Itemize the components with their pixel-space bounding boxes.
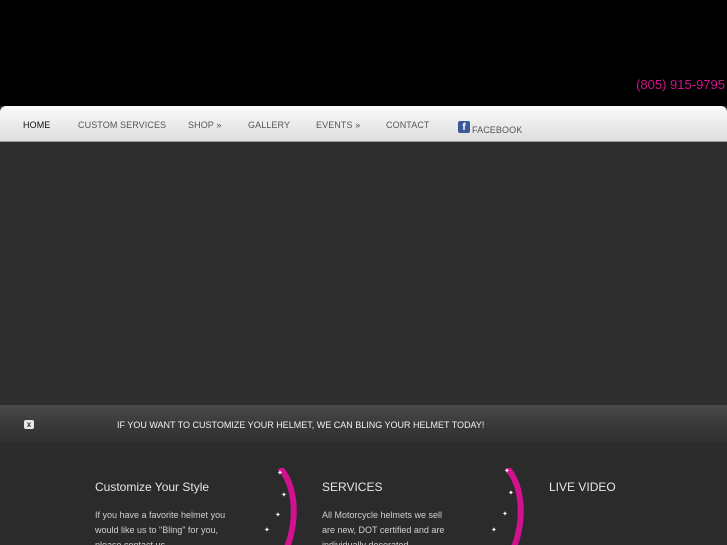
nav-item-gallery[interactable]: GALLERY [248,120,290,130]
nav-item-facebook[interactable]: FACEBOOK [472,125,522,135]
nav-item-home[interactable]: HOME [23,120,50,130]
sparkle-icon: ✦ [281,492,287,499]
column-title-customize: Customize Your Style [95,480,210,494]
close-icon[interactable]: x [24,420,34,429]
column-title-live-video: LIVE VIDEO [549,480,616,494]
sparkle-icon: ✦ [277,470,283,477]
facebook-icon[interactable]: f [458,121,470,133]
nav-item-shop[interactable]: SHOP » [188,120,221,130]
sparkle-icon: ✦ [502,511,508,518]
sparkle-icon: ✦ [508,490,514,497]
banner-text: IF YOU WANT TO CUSTOMIZE YOUR HELMET, WE… [117,420,485,430]
main-nav: HOME CUSTOM SERVICES SHOP » GALLERY EVEN… [0,106,727,142]
header-bar: (805) 915-9795 [0,0,727,106]
hero-slideshow[interactable] [0,142,727,405]
pink-swoosh-divider-1 [277,468,297,545]
phone-number[interactable]: (805) 915-9795 [636,77,725,92]
pink-swoosh-divider-2 [504,468,524,545]
sparkle-icon: ✦ [264,527,270,534]
nav-item-events[interactable]: EVENTS » [316,120,360,130]
sparkle-icon: ✦ [491,527,497,534]
column-title-services: SERVICES [322,480,383,494]
sparkle-icon: ✦ [504,468,510,475]
column-text-services: All Motorcycle helmets we sell are new, … [322,510,445,545]
sparkle-icon: ✦ [275,512,281,519]
nav-item-custom-services[interactable]: CUSTOM SERVICES [78,120,166,130]
column-text-customize: If you have a favorite helmet you would … [95,510,226,545]
nav-item-contact[interactable]: CONTACT [386,120,430,130]
